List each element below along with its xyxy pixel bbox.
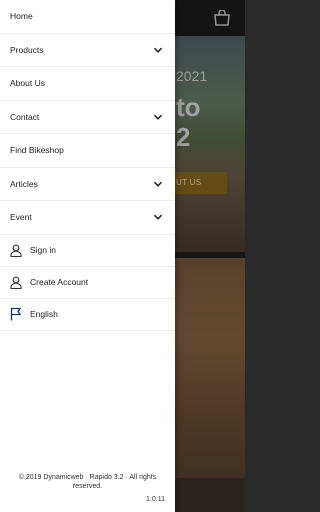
menu-item-label: Find Bikeshop <box>10 145 64 156</box>
user-icon <box>10 275 22 289</box>
account-menu: Sign in Create Account English <box>0 235 175 331</box>
menu-item-find-bikeshop[interactable]: Find Bikeshop <box>0 134 175 168</box>
chevron-down-icon[interactable] <box>153 179 163 189</box>
main-menu: Home Products About Us Contact Find Bikeshop… <box>0 0 175 235</box>
menu-item-event[interactable]: Event <box>0 201 175 235</box>
flag-icon <box>10 307 22 321</box>
copyright-text: © 2019 Dynamicweb · Rapido 3.2 · All rig… <box>18 474 157 490</box>
menu-item-contact[interactable]: Contact <box>0 101 175 134</box>
navigation-drawer: Home Products About Us Contact Find Bikeshop… <box>0 0 175 512</box>
account-item-sign-in[interactable]: Sign in <box>0 235 175 267</box>
chevron-down-icon[interactable] <box>153 212 163 222</box>
menu-item-label: About Us <box>10 78 45 89</box>
menu-item-products[interactable]: Products <box>0 34 175 67</box>
menu-item-home[interactable]: Home <box>0 0 175 34</box>
menu-item-label: Products <box>10 44 44 55</box>
chevron-down-icon[interactable] <box>153 45 163 55</box>
menu-item-label: Contact <box>10 111 40 122</box>
account-item-label: English <box>30 309 58 319</box>
account-item-label: Sign in <box>30 245 56 255</box>
app-version: 1.0.11 <box>146 496 165 503</box>
account-item-label: Create Account <box>30 277 89 287</box>
menu-item-label: Event <box>10 212 32 223</box>
menu-item-articles[interactable]: Articles <box>0 168 175 201</box>
menu-item-label: Home <box>10 11 33 22</box>
account-item-language[interactable]: English <box>0 299 175 331</box>
account-item-create-account[interactable]: Create Account <box>0 267 175 299</box>
chevron-down-icon[interactable] <box>153 112 163 122</box>
user-icon <box>10 243 22 257</box>
menu-item-label: Articles <box>10 178 38 189</box>
menu-item-about-us[interactable]: About Us <box>0 67 175 101</box>
